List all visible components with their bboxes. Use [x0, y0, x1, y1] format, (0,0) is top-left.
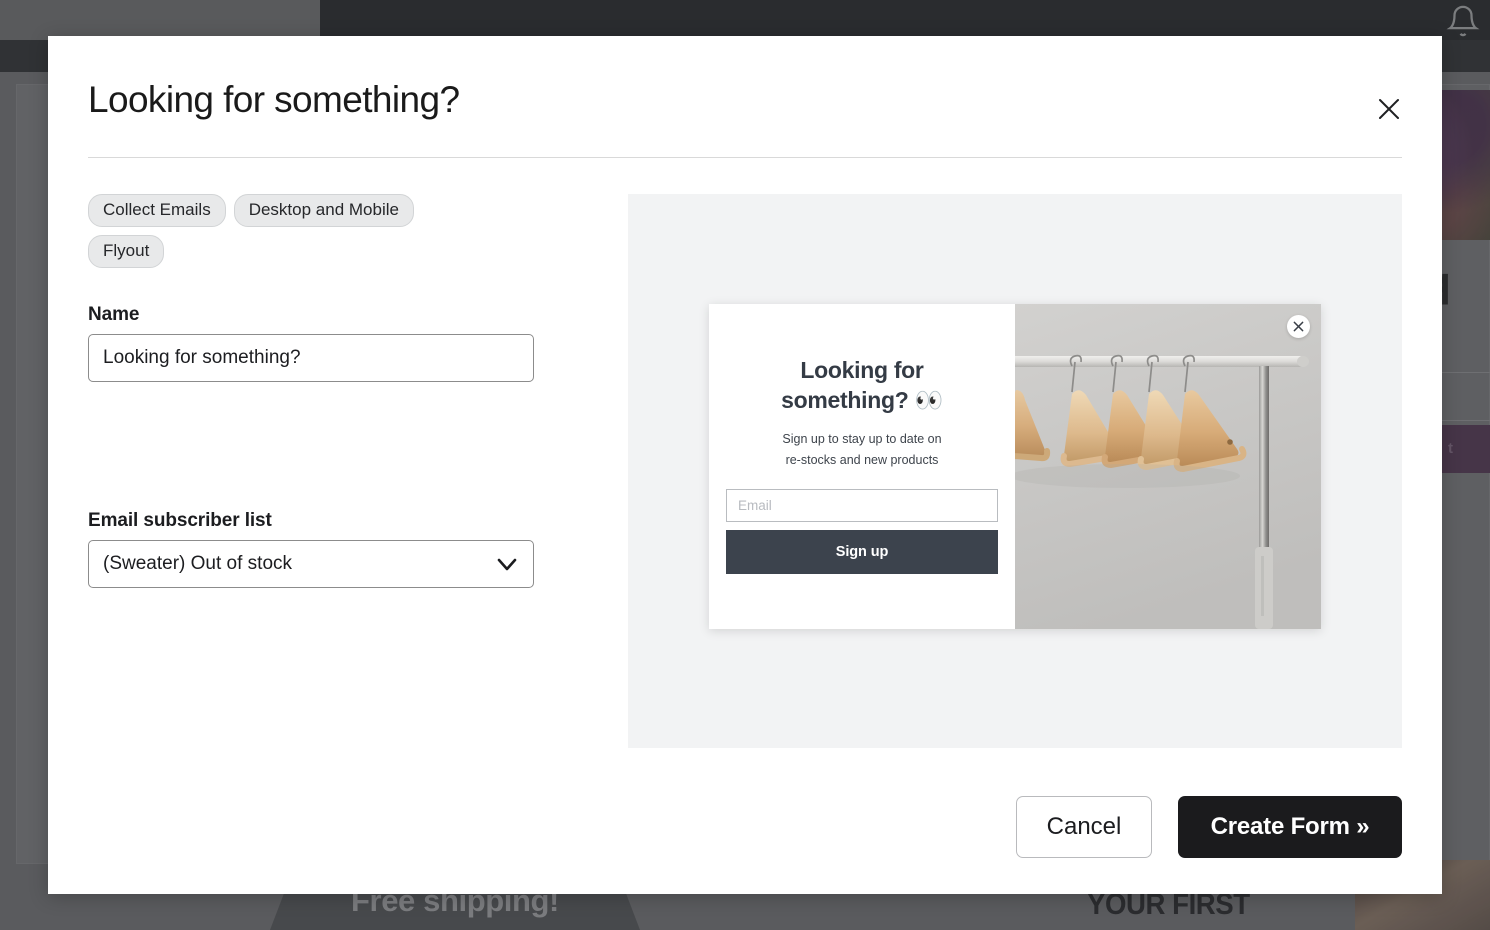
- modal-body: Collect Emails Desktop and Mobile Flyout…: [48, 158, 1442, 772]
- flyout-subtext: Sign up to stay up to date on re-stocks …: [782, 429, 941, 472]
- flyout-email-input[interactable]: [726, 488, 998, 522]
- name-input[interactable]: [88, 333, 534, 382]
- field-spacer: [88, 382, 588, 510]
- flyout-headline: Looking for something? 👀: [781, 357, 943, 413]
- flyout-signup-button[interactable]: Sign up: [726, 529, 998, 574]
- flyout-subtext-line-1: Sign up to stay up to date on: [782, 432, 942, 447]
- tag-flyout: Flyout: [88, 234, 165, 268]
- page-title: Looking for something?: [88, 79, 460, 120]
- name-field-group: Name: [88, 304, 588, 382]
- create-form-modal: Looking for something? Collect Emails De…: [48, 36, 1442, 894]
- flyout-content-side: Looking for something? 👀 Sign up to stay…: [709, 304, 1015, 630]
- modal-header: Looking for something?: [48, 36, 1442, 121]
- name-field-label: Name: [88, 303, 140, 325]
- flyout-image-side: [1015, 304, 1321, 630]
- cancel-button[interactable]: Cancel: [1016, 796, 1152, 858]
- form-tag-list: Collect Emails Desktop and Mobile Flyout: [88, 193, 468, 268]
- tag-collect-emails: Collect Emails: [88, 193, 226, 227]
- flyout-preview: Looking for something? 👀 Sign up to stay…: [709, 304, 1321, 630]
- email-subscriber-list-value: (Sweater) Out of stock: [103, 552, 293, 574]
- email-subscriber-list-select-wrap: (Sweater) Out of stock: [88, 539, 534, 588]
- modal-footer: Cancel Create Form »: [48, 772, 1442, 894]
- email-subscriber-list-label: Email subscriber list: [88, 509, 272, 531]
- close-icon[interactable]: [1368, 88, 1410, 130]
- form-settings-column: Collect Emails Desktop and Mobile Flyout…: [88, 193, 588, 772]
- tag-desktop-and-mobile: Desktop and Mobile: [233, 193, 414, 227]
- email-list-field-group: Email subscriber list (Sweater) Out of s…: [88, 510, 588, 588]
- hangers-image: [1015, 304, 1321, 630]
- flyout-subtext-line-2: re-stocks and new products: [785, 453, 939, 468]
- email-subscriber-list-select[interactable]: (Sweater) Out of stock: [88, 539, 534, 588]
- create-form-button[interactable]: Create Form »: [1178, 796, 1402, 858]
- form-preview-panel: Looking for something? 👀 Sign up to stay…: [628, 193, 1402, 748]
